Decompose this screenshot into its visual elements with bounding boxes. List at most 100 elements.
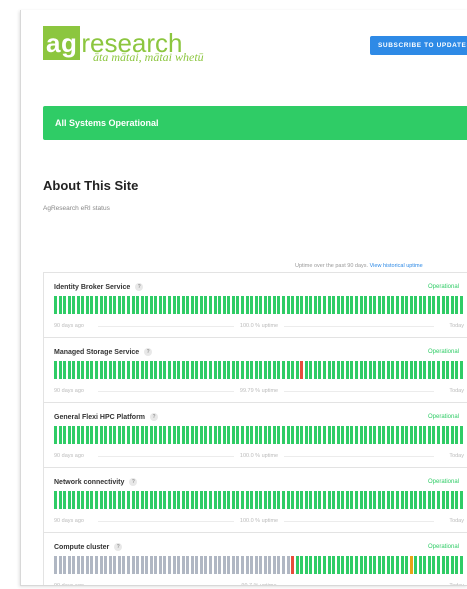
uptime-day-bar[interactable] — [373, 361, 377, 379]
uptime-day-bar[interactable] — [236, 556, 240, 574]
uptime-day-bar[interactable] — [432, 426, 436, 444]
uptime-day-bar[interactable] — [373, 426, 377, 444]
uptime-day-bar[interactable] — [313, 426, 317, 444]
uptime-day-bar[interactable] — [126, 491, 130, 509]
uptime-day-bar[interactable] — [209, 296, 213, 314]
uptime-day-bar[interactable] — [286, 296, 290, 314]
uptime-day-bar[interactable] — [85, 296, 89, 314]
uptime-day-bar[interactable] — [323, 426, 327, 444]
uptime-day-bar[interactable] — [272, 556, 276, 574]
uptime-day-bar[interactable] — [163, 426, 167, 444]
uptime-day-bar[interactable] — [332, 296, 336, 314]
uptime-day-bar[interactable] — [323, 491, 327, 509]
uptime-day-bar[interactable] — [455, 491, 459, 509]
uptime-day-bar[interactable] — [332, 361, 336, 379]
uptime-day-bar[interactable] — [382, 426, 386, 444]
uptime-day-bar[interactable] — [386, 426, 390, 444]
uptime-day-bar[interactable] — [318, 296, 322, 314]
uptime-day-bar[interactable] — [396, 296, 399, 314]
uptime-day-bar[interactable] — [158, 556, 162, 574]
uptime-day-bar[interactable] — [377, 296, 381, 314]
uptime-day-bar[interactable] — [286, 491, 290, 509]
uptime-day-bar[interactable] — [54, 296, 57, 314]
uptime-day-bar[interactable] — [382, 556, 386, 574]
uptime-day-bar[interactable] — [286, 556, 290, 574]
uptime-day-bar[interactable] — [318, 556, 322, 574]
uptime-day-bar[interactable] — [149, 491, 153, 509]
uptime-day-bar[interactable] — [90, 361, 94, 379]
uptime-day-bar[interactable] — [400, 426, 404, 444]
uptime-day-bar[interactable] — [272, 491, 276, 509]
uptime-day-bar[interactable] — [199, 296, 203, 314]
uptime-day-bar[interactable] — [104, 426, 108, 444]
uptime-day-bar[interactable] — [72, 361, 76, 379]
uptime-day-bar[interactable] — [386, 361, 390, 379]
uptime-day-bar[interactable] — [85, 361, 89, 379]
uptime-day-bar[interactable] — [373, 296, 377, 314]
uptime-day-bar[interactable] — [231, 426, 235, 444]
uptime-day-bar[interactable] — [382, 361, 386, 379]
uptime-day-bar[interactable] — [195, 426, 199, 444]
uptime-day-bar[interactable] — [181, 296, 185, 314]
uptime-day-bar[interactable] — [154, 361, 158, 379]
uptime-day-bar[interactable] — [227, 491, 231, 509]
uptime-day-bar[interactable] — [76, 296, 80, 314]
uptime-day-bar[interactable] — [336, 426, 340, 444]
uptime-day-bar[interactable] — [291, 491, 295, 509]
uptime-day-bar[interactable] — [432, 556, 436, 574]
uptime-day-bar[interactable] — [227, 296, 231, 314]
uptime-day-bar[interactable] — [117, 491, 121, 509]
uptime-day-bar[interactable] — [108, 556, 112, 574]
uptime-day-bar[interactable] — [145, 296, 149, 314]
uptime-day-bar[interactable] — [172, 556, 176, 574]
uptime-day-bar[interactable] — [377, 491, 381, 509]
uptime-day-bar[interactable] — [459, 361, 463, 379]
uptime-day-bar[interactable] — [382, 296, 386, 314]
uptime-day-bar[interactable] — [199, 361, 203, 379]
uptime-day-bar[interactable] — [122, 361, 126, 379]
help-icon[interactable]: ? — [114, 543, 123, 551]
uptime-day-bar[interactable] — [213, 426, 217, 444]
uptime-day-bar[interactable] — [168, 296, 171, 314]
uptime-day-bar[interactable] — [377, 426, 381, 444]
uptime-day-bar[interactable] — [450, 361, 454, 379]
uptime-day-bar[interactable] — [364, 296, 368, 314]
uptime-day-bar[interactable] — [313, 296, 317, 314]
uptime-day-bar[interactable] — [63, 296, 67, 314]
uptime-day-bar[interactable] — [67, 361, 71, 379]
uptime-day-bar[interactable] — [136, 491, 140, 509]
uptime-day-bar[interactable] — [354, 491, 358, 509]
uptime-day-bar[interactable] — [95, 361, 99, 379]
uptime-day-bar[interactable] — [218, 361, 222, 379]
uptime-day-bar[interactable] — [113, 361, 117, 379]
uptime-day-bar[interactable] — [117, 556, 121, 574]
uptime-day-bar[interactable] — [126, 361, 130, 379]
subscribe-button[interactable]: SUBSCRIBE TO UPDATES — [370, 36, 467, 55]
uptime-day-bar[interactable] — [359, 491, 363, 509]
uptime-day-bar[interactable] — [345, 556, 349, 574]
uptime-day-bar[interactable] — [117, 361, 121, 379]
uptime-day-bar[interactable] — [186, 491, 190, 509]
uptime-day-bar[interactable] — [459, 491, 463, 509]
uptime-day-bar[interactable] — [209, 491, 213, 509]
uptime-day-bar[interactable] — [309, 491, 313, 509]
uptime-day-bar[interactable] — [386, 556, 390, 574]
uptime-day-bar[interactable] — [67, 556, 71, 574]
uptime-day-bar[interactable] — [282, 491, 285, 509]
uptime-day-bar[interactable] — [437, 296, 441, 314]
uptime-day-bar[interactable] — [76, 491, 80, 509]
uptime-day-bar[interactable] — [209, 361, 213, 379]
uptime-day-bar[interactable] — [400, 296, 404, 314]
uptime-day-bar[interactable] — [218, 296, 222, 314]
uptime-day-bar[interactable] — [195, 361, 199, 379]
uptime-day-bar[interactable] — [177, 556, 181, 574]
uptime-day-bar[interactable] — [90, 426, 94, 444]
uptime-day-bar[interactable] — [181, 361, 185, 379]
uptime-day-bar[interactable] — [72, 296, 76, 314]
uptime-day-bar[interactable] — [250, 361, 254, 379]
uptime-day-bar[interactable] — [163, 491, 167, 509]
uptime-day-bar[interactable] — [364, 491, 368, 509]
uptime-day-bar[interactable] — [63, 426, 67, 444]
uptime-day-bar[interactable] — [418, 361, 422, 379]
uptime-day-bar[interactable] — [122, 426, 126, 444]
